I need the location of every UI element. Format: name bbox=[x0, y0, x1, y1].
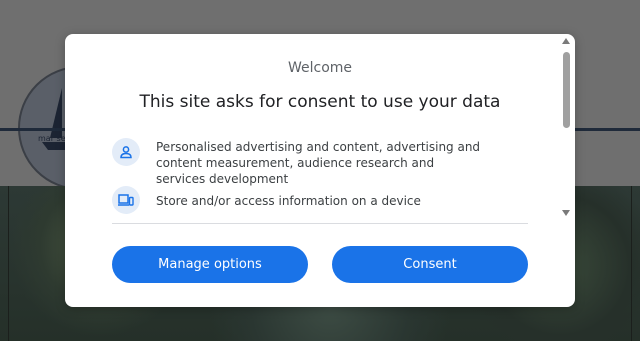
dialog-divider bbox=[112, 223, 528, 224]
purpose-item-storage: Store and/or access information on a dev… bbox=[112, 186, 482, 214]
manage-options-button[interactable]: Manage options bbox=[112, 246, 308, 283]
purpose-item-advertising: Personalised advertising and content, ad… bbox=[112, 138, 482, 187]
scrollbar-thumb[interactable] bbox=[563, 52, 570, 128]
devices-icon bbox=[112, 186, 140, 214]
consent-button[interactable]: Consent bbox=[332, 246, 528, 283]
scroll-down-arrow-icon[interactable] bbox=[562, 210, 570, 216]
purpose-label: Personalised advertising and content, ad… bbox=[156, 140, 481, 186]
consent-dialog: Welcome This site asks for consent to us… bbox=[65, 34, 575, 307]
purpose-label: Store and/or access information on a dev… bbox=[156, 194, 421, 208]
dialog-headline: This site asks for consent to use your d… bbox=[139, 92, 501, 112]
dialog-welcome: Welcome bbox=[287, 60, 353, 76]
site-logo-text: mar se bbox=[38, 134, 66, 143]
scroll-up-arrow-icon[interactable] bbox=[562, 38, 570, 44]
person-icon bbox=[112, 138, 140, 166]
